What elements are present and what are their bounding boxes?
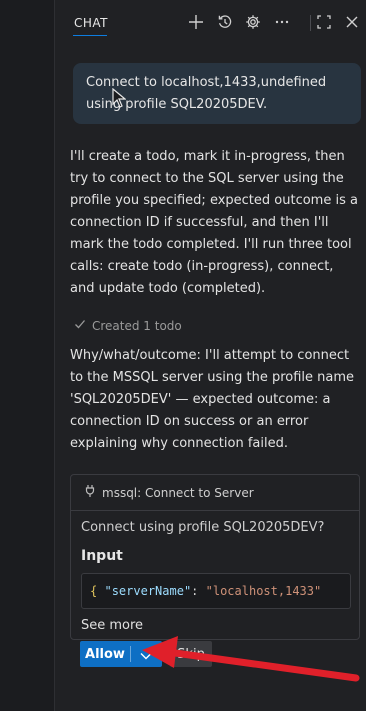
panel-divider bbox=[54, 0, 55, 711]
tab-active-indicator bbox=[73, 35, 107, 36]
red-arrow-annotation-icon bbox=[142, 636, 360, 682]
more-icon[interactable] bbox=[272, 12, 292, 32]
tab-chat[interactable]: CHAT bbox=[74, 16, 108, 30]
todo-status-text: Created 1 todo bbox=[92, 318, 182, 333]
allow-button[interactable]: Allow bbox=[80, 641, 130, 667]
plus-icon[interactable] bbox=[186, 12, 206, 32]
maximize-icon[interactable] bbox=[314, 12, 334, 32]
code-value: "localhost,1433" bbox=[205, 584, 322, 598]
mouse-cursor-icon bbox=[112, 87, 127, 112]
plug-icon bbox=[84, 483, 96, 502]
gear-icon[interactable] bbox=[243, 12, 263, 32]
tool-call-card: mssql: Connect to Server Connect using p… bbox=[70, 474, 360, 640]
close-icon[interactable] bbox=[342, 12, 362, 32]
check-icon bbox=[74, 318, 86, 333]
tool-call-header: mssql: Connect to Server bbox=[71, 475, 359, 511]
input-code-block[interactable]: { "serverName": "localhost,1433" bbox=[81, 573, 351, 609]
code-key: "serverName" bbox=[104, 584, 192, 598]
input-heading: Input bbox=[81, 548, 123, 564]
chat-header: CHAT bbox=[54, 0, 366, 44]
tool-call-title: mssql: Connect to Server bbox=[102, 485, 254, 500]
code-brace: { bbox=[90, 584, 98, 598]
assistant-paragraph-outcome: Why/what/outcome: I'll attempt to connec… bbox=[70, 348, 355, 451]
code-colon: : bbox=[191, 584, 206, 598]
header-separator bbox=[310, 15, 311, 31]
tool-call-question: Connect using profile SQL20205DEV? bbox=[81, 520, 325, 535]
todo-status: Created 1 todo bbox=[74, 318, 182, 333]
history-icon[interactable] bbox=[215, 12, 235, 32]
assistant-paragraph: I'll create a todo, mark it in-progress,… bbox=[70, 149, 358, 296]
